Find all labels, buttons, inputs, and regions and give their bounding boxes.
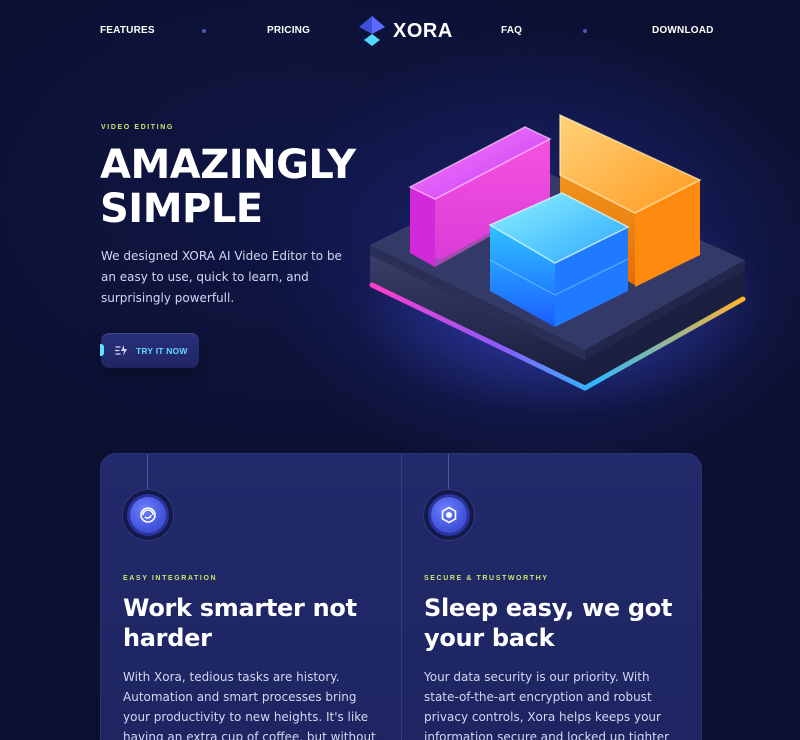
shield-icon [441, 506, 457, 524]
feature-eyebrow: SECURE & TRUSTWORTHY [424, 575, 549, 582]
connector-line [147, 454, 148, 490]
feature-body: Your data security is our priority. With… [424, 670, 670, 740]
cta-label: TRY IT NOW [136, 345, 188, 356]
features-panel: EASY INTEGRATION Work smarter not harder… [100, 453, 702, 740]
xora-logo-icon [359, 16, 385, 46]
connector-line [448, 454, 449, 490]
logo[interactable]: XORA [357, 15, 453, 47]
zap-icon [115, 345, 127, 356]
spiral-icon [140, 507, 156, 523]
hero-description: We designed XORA AI Video Editor to be a… [101, 249, 342, 305]
hero-illustration [350, 113, 770, 415]
feature-card: EASY INTEGRATION Work smarter not harder… [101, 454, 401, 740]
nav-separator-dot [202, 29, 206, 33]
nav-features[interactable]: FEATURES [100, 25, 155, 36]
feature-body: With Xora, tedious tasks are history. Au… [123, 670, 376, 740]
nav-faq[interactable]: FAQ [501, 25, 522, 36]
feature-badge [424, 490, 474, 540]
hero-eyebrow: VIDEO EDITING [101, 124, 174, 131]
nav-separator-dot [583, 29, 587, 33]
logo-text: XORA [393, 19, 453, 42]
feature-badge [123, 490, 173, 540]
feature-eyebrow: EASY INTEGRATION [123, 575, 218, 582]
try-it-now-button[interactable]: TRY IT NOW [100, 333, 199, 368]
top-nav: FEATURES PRICING XORA FAQ DOWNLOAD [0, 0, 800, 62]
feature-title: Work smarter not harder [123, 594, 357, 652]
nav-pricing[interactable]: PRICING [267, 25, 310, 36]
feature-title: Sleep easy, we got your back [424, 594, 673, 652]
feature-card: SECURE & TRUSTWORTHY Sleep easy, we got … [401, 454, 701, 740]
nav-download[interactable]: DOWNLOAD [652, 25, 714, 36]
